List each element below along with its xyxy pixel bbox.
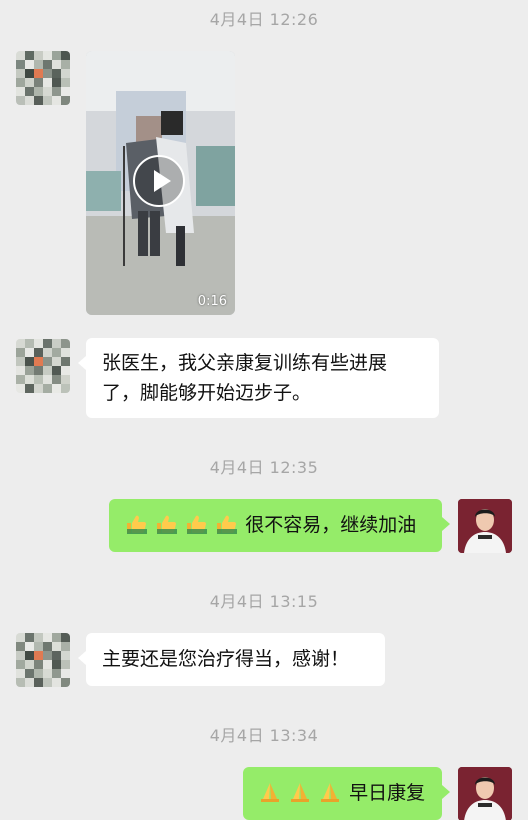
- contact-avatar[interactable]: [16, 633, 70, 687]
- folded-hands-emoji: [319, 782, 349, 804]
- folded-hands-emoji: [259, 782, 289, 804]
- thumbs-up-emoji: [125, 514, 155, 536]
- self-avatar[interactable]: [458, 767, 512, 820]
- message-text-line: 张医生，我父亲康复训练有些进展: [102, 352, 388, 374]
- self-avatar[interactable]: [458, 499, 512, 553]
- message-bubble-sent[interactable]: 很不容易，继续加油: [109, 499, 450, 552]
- timestamp: 4月4日 12:35: [209, 458, 319, 477]
- video-message[interactable]: 0:16: [86, 51, 235, 315]
- folded-hands-emoji: [289, 782, 319, 804]
- message-text: 主要还是您治疗得当，感谢！: [102, 648, 350, 670]
- message-text: 早日康复: [349, 782, 426, 804]
- message-bubble-received[interactable]: 张医生，我父亲康复训练有些进展 了，脚能够开始迈步子。: [78, 338, 439, 418]
- timestamp: 4月4日 12:26: [209, 10, 319, 29]
- thumbs-up-emoji: [155, 514, 185, 536]
- timestamp: 4月4日 13:34: [209, 726, 319, 745]
- chat-view: 4月4日 12:26 0:16 张医生，我父亲康复训练有些进展 了，脚能够开始迈…: [0, 0, 528, 820]
- thumbs-up-emoji: [185, 514, 215, 536]
- message-text: 很不容易，继续加油: [245, 514, 417, 536]
- person-avatar-icon: [458, 767, 512, 820]
- thumbs-up-emoji: [215, 514, 245, 536]
- timestamp: 4月4日 13:15: [209, 592, 319, 611]
- person-avatar-icon: [458, 499, 512, 553]
- contact-avatar[interactable]: [16, 51, 70, 105]
- video-duration: 0:16: [197, 294, 227, 309]
- message-bubble-sent[interactable]: 早日康复: [243, 767, 450, 820]
- message-text-line: 了，脚能够开始迈步子。: [102, 382, 312, 404]
- play-icon[interactable]: [133, 155, 185, 207]
- message-bubble-received[interactable]: 主要还是您治疗得当，感谢！: [78, 633, 385, 686]
- contact-avatar[interactable]: [16, 339, 70, 393]
